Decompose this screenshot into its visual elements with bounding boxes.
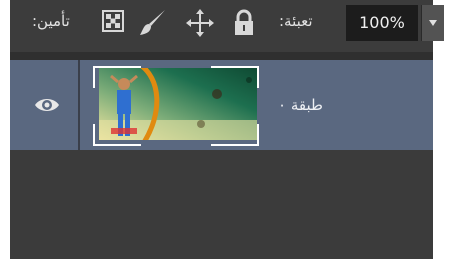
row-separator — [78, 60, 80, 150]
fill-dropdown-icon — [429, 20, 437, 26]
lock-transparent-pixels-icon[interactable] — [102, 10, 124, 36]
fill-dropdown-button[interactable] — [421, 5, 444, 41]
layer-thumbnail[interactable] — [99, 68, 257, 140]
fill-label: تعبئة: — [279, 12, 313, 30]
lock-all-icon[interactable] — [232, 8, 256, 42]
layers-panel: تأمين: تعبئة: 100% طبقة ٠ — [10, 0, 444, 259]
lock-label: تأمين: — [32, 12, 70, 30]
layer-row[interactable]: طبقة ٠ — [10, 60, 433, 150]
layers-empty-area — [10, 150, 433, 259]
fill-input[interactable]: 100% — [346, 5, 418, 41]
lock-position-icon[interactable] — [185, 8, 215, 42]
lock-image-pixels-icon[interactable] — [138, 8, 168, 42]
eye-icon — [35, 99, 59, 111]
toolbar-divider — [10, 52, 433, 60]
layers-toolbar: تأمين: تعبئة: 100% — [10, 0, 444, 52]
layer-thumbnail-image — [99, 68, 257, 140]
layer-name[interactable]: طبقة ٠ — [278, 96, 323, 114]
visibility-toggle[interactable] — [10, 60, 76, 150]
